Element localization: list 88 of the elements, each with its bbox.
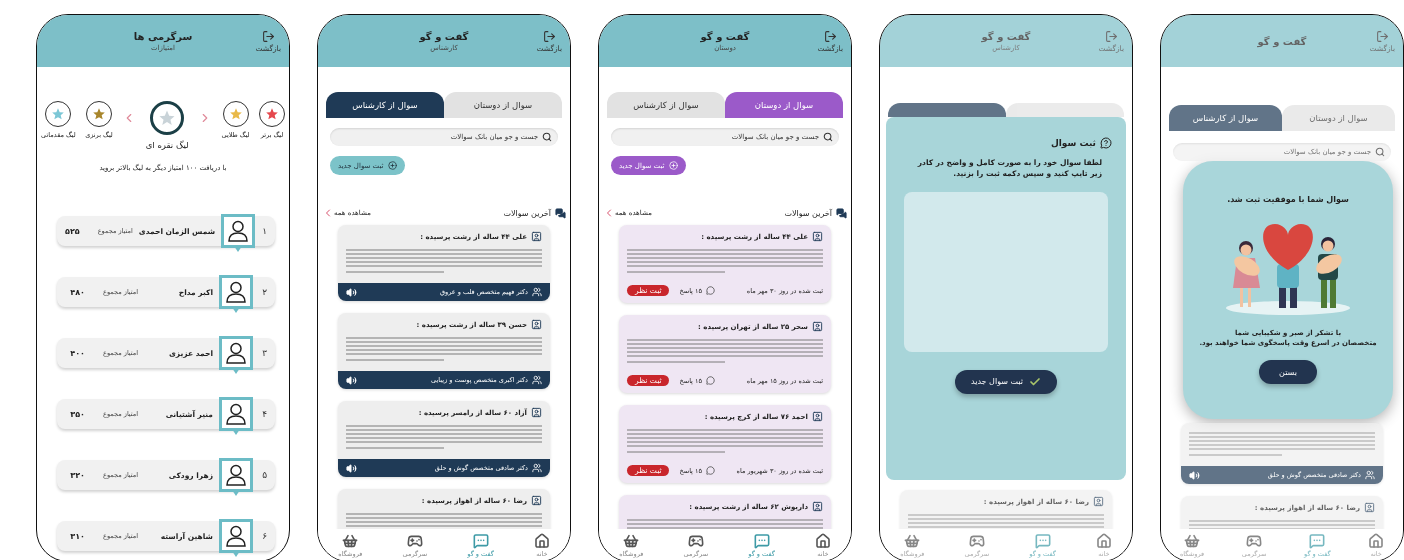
section-title: آخرین سوالات: [503, 208, 551, 218]
score-value: ۴۰۰: [69, 348, 85, 358]
screen-title: گفت و گو: [700, 30, 750, 42]
tab[interactable]: [888, 103, 1006, 117]
rank-number: ۱: [261, 226, 267, 236]
tab[interactable]: سوال از کارشناس: [326, 92, 444, 118]
avatar-icon: [219, 336, 253, 376]
avatar-icon: [221, 214, 256, 254]
chat-icon: [1309, 532, 1326, 549]
exit-icon: [1104, 29, 1118, 43]
tab[interactable]: سوال از کارشناس: [607, 92, 725, 118]
comment-icon: [705, 466, 715, 475]
rank-number: ۵: [261, 470, 267, 480]
exit-icon: [261, 29, 275, 43]
dialog-title: ثبت سوال: [1050, 138, 1096, 148]
doctor-icon: [1365, 470, 1375, 480]
home-icon: [533, 532, 550, 549]
exit-icon: [542, 29, 556, 43]
league-badge[interactable]: [150, 101, 185, 135]
league-badge[interactable]: [86, 101, 112, 127]
tab[interactable]: سوال از کارشناس: [1169, 105, 1282, 131]
basket-icon: [623, 532, 640, 549]
score-value: ۳۱۰: [69, 531, 85, 541]
user-icon: [531, 495, 542, 506]
submit-question-button[interactable]: ثبت سوال جدید: [955, 369, 1057, 394]
league-badge[interactable]: [259, 101, 285, 127]
plus-icon: [387, 161, 397, 170]
user-icon: [1364, 502, 1375, 513]
user-icon: [531, 319, 542, 330]
search-icon: [1375, 147, 1385, 157]
user-icon: [531, 231, 542, 242]
avatar-icon: [219, 458, 253, 498]
score-value: ۳۵۰: [69, 409, 85, 419]
home-icon: [814, 532, 831, 549]
speaker-icon[interactable]: [346, 374, 357, 386]
doctor-icon: [532, 287, 542, 297]
home-icon: [1368, 532, 1385, 549]
search-icon: [823, 132, 833, 142]
dialog-title: سوال شما با موفقیت ثبت شد.: [1227, 195, 1349, 204]
tab[interactable]: سوال از دوستان: [1282, 105, 1395, 131]
chat-bubbles-icon: [836, 207, 847, 219]
search-icon: [542, 132, 552, 142]
check-icon: [1029, 375, 1041, 388]
score-value: ۳۲۰: [69, 470, 85, 480]
rank-number: ۳: [261, 348, 267, 358]
basket-icon: [1184, 532, 1200, 549]
home-icon: [1095, 532, 1112, 549]
comment-icon: [705, 286, 715, 295]
plus-icon: [668, 161, 678, 170]
avatar-icon: [219, 275, 253, 315]
question-bubble-icon: [1100, 137, 1112, 149]
exit-icon: [1375, 29, 1389, 43]
comment-icon: [705, 376, 715, 385]
screen-title: گفت و گو: [981, 30, 1031, 42]
tab[interactable]: سوال از دوستان: [725, 92, 843, 118]
user-icon: [812, 501, 823, 512]
screen-title: گفت و گو: [419, 30, 469, 42]
close-button[interactable]: بستن: [1259, 360, 1317, 385]
screen-title: گفت و گو: [1257, 35, 1307, 47]
speaker-icon[interactable]: [346, 462, 357, 474]
rank-number: ۴: [261, 409, 267, 419]
avatar-icon: [219, 397, 253, 437]
rank-number: ۲: [261, 287, 267, 297]
user-icon: [1093, 496, 1104, 507]
chat-icon: [1034, 532, 1051, 549]
basket-icon: [342, 532, 359, 549]
user-icon: [531, 407, 542, 418]
score-value: ۵۲۵: [65, 226, 80, 236]
rank-number: ۶: [261, 531, 267, 541]
question-input[interactable]: [904, 191, 1108, 352]
section-title: آخرین سوالات: [784, 208, 832, 218]
league-badge[interactable]: [45, 101, 72, 127]
basket-icon: [904, 532, 921, 549]
chat-icon: [472, 532, 489, 549]
exit-icon: [823, 29, 837, 43]
league-badge[interactable]: [222, 101, 249, 127]
league-label: لیگ نقره ای: [145, 140, 189, 150]
tab[interactable]: سوال از دوستان: [444, 92, 562, 118]
chat-bubbles-icon: [555, 207, 566, 219]
screen-title: سرگرمی ها: [133, 30, 193, 42]
user-icon: [812, 411, 823, 422]
doctor-icon: [532, 375, 542, 385]
speaker-icon[interactable]: [346, 286, 357, 298]
doctor-icon: [532, 463, 542, 473]
user-icon: [812, 321, 823, 332]
chat-icon: [753, 532, 770, 549]
user-icon: [812, 231, 823, 242]
score-value: ۴۸۰: [69, 287, 85, 297]
